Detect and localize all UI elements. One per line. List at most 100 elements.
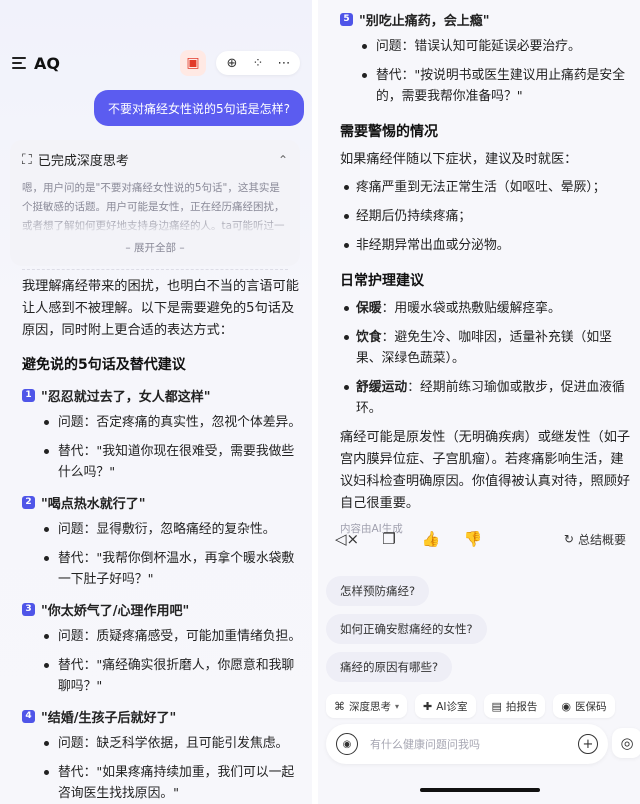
suggestion-chip[interactable]: 如何正确安慰痛经的女性? (326, 614, 487, 644)
refresh-icon: ↻ (563, 532, 574, 546)
expand-all-button[interactable]: – 展开全部 – (22, 240, 288, 255)
tip-title: 1 "忍忍就过去了，女人都这样" (22, 384, 302, 406)
thumbs-up-icon[interactable]: 👍 (416, 524, 446, 554)
tip-title: 3 "你太娇气了/心理作用吧" (22, 598, 302, 620)
answer-actions: ◁× ❐ 👍 👎 ↻ 总结概要 (332, 524, 626, 554)
tip-item: 2 "喝点热水就行了" 问题：显得敷衍，忽略痛经的复杂性。 替代："我帮你倒杯温水… (22, 491, 302, 590)
more-icon[interactable]: ⋯ (276, 55, 292, 71)
thumbs-down-icon[interactable]: 👎 (458, 524, 488, 554)
report-icon: ▤ (491, 699, 502, 713)
tip-title: 4 "结婚/生孩子后就好了" (22, 705, 302, 727)
care-text: ：避免生冷、咖啡因，适量补充镁（如坚果、深绿色蔬菜）。 (356, 330, 612, 366)
deep-thinking-icon: ⛶ (22, 151, 32, 168)
tip-quote: "结婚/生孩子后就好了" (41, 710, 177, 726)
copy-icon[interactable]: ❐ (374, 524, 404, 554)
tip-item: 5 "别吃止痛药，会上瘾" 问题：错误认知可能延误必要治疗。 替代："按说明书或医… (340, 8, 632, 107)
number-badge: 5 (340, 12, 353, 26)
tool-ai-clinic[interactable]: ✚ AI诊室 (415, 694, 476, 718)
deep-thinking-icon: ⌘ (334, 699, 345, 713)
tip-alternative: 替代："痛经确实很折磨人，你愿意和我聊聊吗？" (44, 655, 302, 697)
care-item: 舒缓运动：经期前练习瑜伽或散步，促进血液循环。 (340, 377, 632, 419)
tool-label: 深度思考 (349, 700, 391, 713)
number-badge: 1 (22, 388, 35, 402)
warning-title: 需要警惕的情况 (340, 124, 438, 140)
tool-label: 拍报告 (505, 700, 538, 713)
tool-row: ⌘ 深度思考 ▾ ✚ AI诊室 ▤ 拍报告 ◉ 医保码 (326, 694, 615, 718)
plus-icon[interactable]: + (578, 734, 598, 754)
warning-intro: 如果痛经伴随以下症状，建议及时就医： (340, 152, 578, 167)
tip-quote: "别吃止痛药，会上瘾" (359, 13, 490, 29)
care-label: 舒缓运动 (356, 380, 408, 395)
tip-problem: 问题：缺乏科学依据，且可能引发焦虑。 (44, 733, 302, 754)
chevron-up-icon[interactable]: ⌃ (278, 153, 288, 167)
tip-problem: 问题：质疑疼痛感受，可能加重情绪负担。 (44, 626, 302, 647)
tip-alternative: 替代："按说明书或医生建议用止痛药是安全的，需要我帮你准备吗？" (362, 65, 632, 107)
clinic-icon: ✚ (423, 699, 433, 713)
tip-item: 1 "忍忍就过去了，女人都这样" 问题：否定疼痛的真实性，忽视个体差异。 替代："… (22, 384, 302, 483)
tool-label: 医保码 (575, 700, 607, 713)
chat-input-bar[interactable]: ◉ 有什么健康问题问我吗 + (326, 724, 608, 764)
dropdown-icon: ▾ (395, 701, 400, 711)
warning-item: 经期后仍持续疼痛； (340, 206, 632, 227)
tip-problem: 问题：显得敷衍，忽略痛经的复杂性。 (44, 519, 302, 540)
care-item: 饮食：避免生冷、咖啡因，适量补充镁（如坚果、深绿色蔬菜）。 (340, 327, 632, 369)
answer-content-part1: 我理解痛经带来的困扰，也明白不当的言语可能让人感到不被理解。以下是需要避免的5句… (22, 276, 302, 804)
menu-icon[interactable] (12, 57, 26, 69)
deep-thinking-text: 嗯，用户问的是"不要对痛经女性说的5句话"，这其实是个挺敏感的话题。用户可能是女… (22, 179, 288, 236)
tool-photo-report[interactable]: ▤ 拍报告 (483, 694, 546, 718)
tip-quote: "忍忍就过去了，女人都这样" (41, 389, 211, 405)
mute-icon[interactable]: ◁× (332, 524, 362, 554)
tip-problem: 问题：否定疼痛的真实性，忽视个体差异。 (44, 412, 302, 433)
home-indicator (420, 788, 540, 792)
toolbar-pill: ⊕ ⁘ ⋯ (216, 51, 300, 75)
right-screen: 5 "别吃止痛药，会上瘾" 问题：错误认知可能延误必要治疗。 替代："按说明书或医… (318, 0, 640, 804)
tool-label: AI诊室 (436, 700, 468, 713)
care-title: 日常护理建议 (340, 273, 424, 289)
answer-content-part2: 5 "别吃止痛药，会上瘾" 问题：错误认知可能延误必要治疗。 替代："按说明书或医… (340, 8, 632, 536)
suggestion-chip[interactable]: 怎样预防痛经? (326, 576, 430, 606)
red-packet-icon[interactable]: ▣ (180, 50, 206, 76)
care-item: 保暖：用暖水袋或热敷贴缓解痉挛。 (340, 298, 632, 319)
care-text: ：用暖水袋或热敷贴缓解痉挛。 (381, 301, 561, 316)
tip-title: 2 "喝点热水就行了" (22, 491, 302, 513)
care-label: 饮食 (356, 330, 382, 345)
tip-item: 3 "你太娇气了/心理作用吧" 问题：质疑疼痛感受，可能加重情绪负担。 替代："痛… (22, 598, 302, 697)
deep-thinking-title: 已完成深度思考 (37, 154, 129, 169)
warning-item: 非经期异常出血或分泌物。 (340, 235, 632, 256)
deep-thinking-header[interactable]: ⛶ 已完成深度思考 ⌃ (22, 150, 288, 170)
summary-label: 总结概要 (577, 532, 626, 547)
closing-paragraph: 痛经可能是原发性（无明确疾病）或继发性（如子宫内膜异位症、子宫肌瘤）。若疼痛影响… (340, 430, 631, 511)
app-title: AQ (34, 53, 60, 73)
top-bar-actions: ▣ ⊕ ⁘ ⋯ (180, 50, 300, 76)
number-badge: 2 (22, 495, 35, 509)
warning-list: 疼痛严重到无法正常生活（如呕吐、晕厥）； 经期后仍持续疼痛； 非经期异常出血或分… (340, 177, 632, 256)
number-badge: 3 (22, 602, 35, 616)
tip-alternative: 替代："我知道你现在很难受，需要我做些什么吗？" (44, 441, 302, 483)
tip-quote: "你太娇气了/心理作用吧" (41, 603, 190, 619)
camera-icon[interactable]: ◎ (612, 728, 640, 758)
apps-icon[interactable]: ⁘ (250, 55, 266, 71)
user-message-bubble: 不要对痛经女性说的5句话是怎样? (93, 90, 304, 126)
left-screen: AQ ▣ ⊕ ⁘ ⋯ 不要对痛经女性说的5句话是怎样? ⛶ 已完成深度思考 ⌃ … (0, 0, 312, 804)
top-bar: AQ ▣ ⊕ ⁘ ⋯ (12, 48, 300, 78)
tool-insurance-code[interactable]: ◉ 医保码 (553, 694, 615, 718)
tip-problem: 问题：错误认知可能延误必要治疗。 (362, 36, 632, 57)
warning-item: 疼痛严重到无法正常生活（如呕吐、晕厥）； (340, 177, 632, 198)
care-label: 保暖 (356, 301, 382, 316)
summary-button[interactable]: ↻ 总结概要 (564, 531, 626, 548)
tip-item: 4 "结婚/生孩子后就好了" 问题：缺乏科学依据，且可能引发焦虑。 替代："如果疼… (22, 705, 302, 804)
suggestion-chip[interactable]: 痛经的原因有哪些? (326, 652, 453, 682)
new-chat-icon[interactable]: ⊕ (224, 55, 240, 71)
voice-input-icon[interactable]: ◉ (336, 733, 358, 755)
care-list: 保暖：用暖水袋或热敷贴缓解痉挛。 饮食：避免生冷、咖啡因，适量补充镁（如坚果、深… (340, 298, 632, 419)
tip-alternative: 替代："我帮你倒杯温水，再拿个暖水袋敷一下肚子好吗？" (44, 548, 302, 590)
chat-input[interactable]: 有什么健康问题问我吗 (370, 736, 578, 752)
deep-thinking-card[interactable]: ⛶ 已完成深度思考 ⌃ 嗯，用户问的是"不要对痛经女性说的5句话"，这其实是个挺… (10, 140, 300, 270)
intro-paragraph: 我理解痛经带来的困扰，也明白不当的言语可能让人感到不被理解。以下是需要避免的5句… (22, 279, 299, 338)
number-badge: 4 (22, 709, 35, 723)
tool-deep-thinking[interactable]: ⌘ 深度思考 ▾ (326, 694, 408, 718)
tip-alternative: 替代："如果疼痛持续加重，我们可以一起咨询医生找找原因。" (44, 762, 302, 804)
insurance-icon: ◉ (561, 699, 572, 713)
tip-quote: "喝点热水就行了" (41, 496, 146, 512)
section-title: 避免说的5句话及替代建议 (22, 357, 186, 373)
